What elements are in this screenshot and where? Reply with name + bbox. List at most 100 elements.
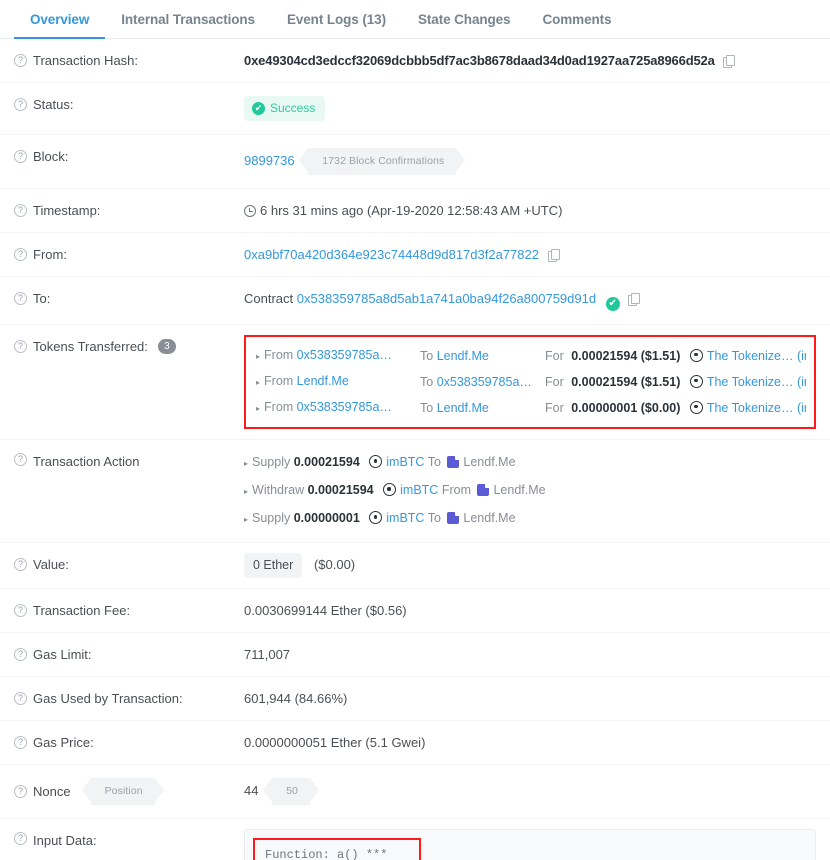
tab-event-logs[interactable]: Event Logs (13) <box>271 12 402 38</box>
input-data-label: Input Data: <box>33 833 97 848</box>
token-transfer-to-link[interactable]: Lendf.Me <box>437 401 489 415</box>
tab-state-changes[interactable]: State Changes <box>402 12 526 38</box>
caret-right-icon[interactable]: ▸ <box>256 370 260 395</box>
block-value-cell: 9899736 1732 Block Confirmations <box>244 135 830 188</box>
help-icon[interactable]: ? <box>14 292 27 305</box>
token-transfer-amount: 0.00021594 ($1.51) <box>571 374 681 389</box>
input-data-label-cell: ? Input Data: <box>14 819 244 860</box>
transaction-action-item: ▸ Supply 0.00021594 imBTC To Lendf.Me <box>244 449 830 477</box>
token-transfer-from-link[interactable]: 0x538359785a… <box>297 400 392 414</box>
block-confirmations-badge: 1732 Block Confirmations <box>299 148 466 175</box>
caret-right-icon[interactable]: ▸ <box>244 479 248 505</box>
tokens-transferred-highlight-box: ▸ From 0x538359785a… To Lendf.Me For 0.00… <box>244 335 816 429</box>
gas-limit-value: 711,007 <box>244 647 291 662</box>
caret-right-icon[interactable]: ▸ <box>256 344 260 369</box>
status-badge-label: Success <box>270 101 316 115</box>
from-address-link[interactable]: 0xa9bf70a420d364e923c74448d9d817d3f2a778… <box>244 247 539 262</box>
help-icon[interactable]: ? <box>14 832 27 845</box>
input-data-function-line: Function: a() *** <box>265 848 388 860</box>
help-icon[interactable]: ? <box>14 736 27 749</box>
to-value-cell: Contract 0x538359785a8d5ab1a741a0ba94f26… <box>244 277 830 324</box>
help-icon[interactable]: ? <box>14 558 27 571</box>
token-transfer-to: To 0x538359785a… <box>420 370 545 395</box>
lendfme-logo-icon <box>447 454 462 468</box>
help-icon[interactable]: ? <box>14 150 27 163</box>
help-icon[interactable]: ? <box>14 692 27 705</box>
tab-overview-label: Overview <box>30 12 90 27</box>
token-transfer-symbol[interactable]: (imBTC) <box>797 375 806 389</box>
token-transfer-to-link[interactable]: 0x538359785a… <box>437 375 532 389</box>
tab-state-changes-label: State Changes <box>417 12 511 27</box>
gas-price-value: 0.0000000051 Ether (5.1 Gwei) <box>244 735 426 750</box>
gas-price-label: Gas Price: <box>33 735 94 750</box>
row-block: ? Block: 9899736 1732 Block Confirmation… <box>0 135 830 189</box>
token-transfer-to-link[interactable]: Lendf.Me <box>437 349 489 363</box>
value-value-cell: 0 Ether ($0.00) <box>244 543 830 588</box>
transaction-fee-label: Transaction Fee: <box>33 603 131 618</box>
imbtc-token-icon <box>369 511 383 524</box>
help-icon[interactable]: ? <box>14 248 27 261</box>
value-label: Value: <box>33 557 69 572</box>
caret-right-icon[interactable]: ▸ <box>244 451 248 477</box>
token-transfer-from-link[interactable]: Lendf.Me <box>297 374 349 388</box>
timestamp-label-cell: ? Timestamp: <box>14 189 244 232</box>
token-transfer-token-link[interactable]: The Tokenize… <box>707 349 794 363</box>
transaction-hash-label-cell: ? Transaction Hash: <box>14 39 244 82</box>
token-transfer-amount-cell: For 0.00000001 ($0.00) The Tokenize… (im… <box>545 396 806 421</box>
action-verb: Supply <box>252 511 291 525</box>
tab-internal-transactions[interactable]: Internal Transactions <box>105 12 271 38</box>
gas-used-label: Gas Used by Transaction: <box>33 691 183 706</box>
token-transfer-from-link[interactable]: 0x538359785a… <box>297 348 392 362</box>
from-keyword: From <box>264 400 294 414</box>
help-icon[interactable]: ? <box>14 54 27 67</box>
tokens-transferred-count-badge: 3 <box>157 339 176 354</box>
action-token-link[interactable]: imBTC <box>400 483 438 497</box>
gas-used-label-cell: ? Gas Used by Transaction: <box>14 677 244 720</box>
action-verb: Withdraw <box>252 483 305 497</box>
transaction-fee-value: 0.0030699144 Ether ($0.56) <box>244 603 407 618</box>
row-status: ? Status: ✔ Success <box>0 83 830 135</box>
to-address-link[interactable]: 0x538359785a8d5ab1a741a0ba94f26a800759d9… <box>297 291 596 306</box>
caret-right-icon[interactable]: ▸ <box>256 396 260 421</box>
action-token-link[interactable]: imBTC <box>386 511 424 525</box>
help-icon[interactable]: ? <box>14 98 27 111</box>
token-transfer-to: To Lendf.Me <box>420 396 545 421</box>
action-target: Lendf.Me <box>493 483 546 497</box>
help-icon[interactable]: ? <box>14 785 27 798</box>
for-keyword: For <box>545 400 564 415</box>
from-keyword: From <box>264 374 294 388</box>
transaction-action-item: ▸ Withdraw 0.00021594 imBTC From Lendf.Me <box>244 477 830 505</box>
token-transfer-symbol[interactable]: (imBTC) <box>797 401 806 415</box>
value-usd: ($0.00) <box>313 557 356 572</box>
copy-icon[interactable] <box>547 249 560 262</box>
help-icon[interactable]: ? <box>14 204 27 217</box>
token-transfer-token-link[interactable]: The Tokenize… <box>707 401 794 415</box>
help-icon[interactable]: ? <box>14 604 27 617</box>
to-keyword: To <box>420 400 434 415</box>
to-label-cell: ? To: <box>14 277 244 320</box>
tokens-transferred-label: Tokens Transferred: <box>33 339 148 354</box>
tab-comments[interactable]: Comments <box>526 12 627 38</box>
help-icon[interactable]: ? <box>14 453 27 466</box>
token-transfer-token-link[interactable]: The Tokenize… <box>707 375 794 389</box>
imbtc-token-icon <box>369 455 383 468</box>
copy-icon[interactable] <box>628 293 641 306</box>
transaction-fee-label-cell: ? Transaction Fee: <box>14 589 244 632</box>
token-transfer-amount: 0.00021594 ($1.51) <box>571 348 681 363</box>
caret-right-icon[interactable]: ▸ <box>244 507 248 533</box>
action-amount: 0.00021594 <box>307 483 374 497</box>
transaction-hash-value-cell: 0xe49304cd3edccf32069dcbbb5df7ac3b8678da… <box>244 39 830 82</box>
for-keyword: For <box>545 374 564 389</box>
action-token-link[interactable]: imBTC <box>386 455 424 469</box>
copy-icon[interactable] <box>723 55 736 68</box>
tokens-transferred-label-cell: ? Tokens Transferred: 3 <box>14 325 244 368</box>
help-icon[interactable]: ? <box>14 648 27 661</box>
row-gas-limit: ? Gas Limit: 711,007 <box>0 633 830 677</box>
gas-used-value: 601,944 (84.66%) <box>244 691 348 706</box>
help-icon[interactable]: ? <box>14 340 27 353</box>
block-number-link[interactable]: 9899736 <box>244 153 295 168</box>
tab-overview[interactable]: Overview <box>14 12 106 39</box>
token-transfer-symbol[interactable]: (imBTC) <box>797 349 806 363</box>
input-data-box[interactable]: Function: a() *** MethodID: 0x0dbe671f <box>244 829 816 860</box>
status-value-cell: ✔ Success <box>244 83 830 134</box>
